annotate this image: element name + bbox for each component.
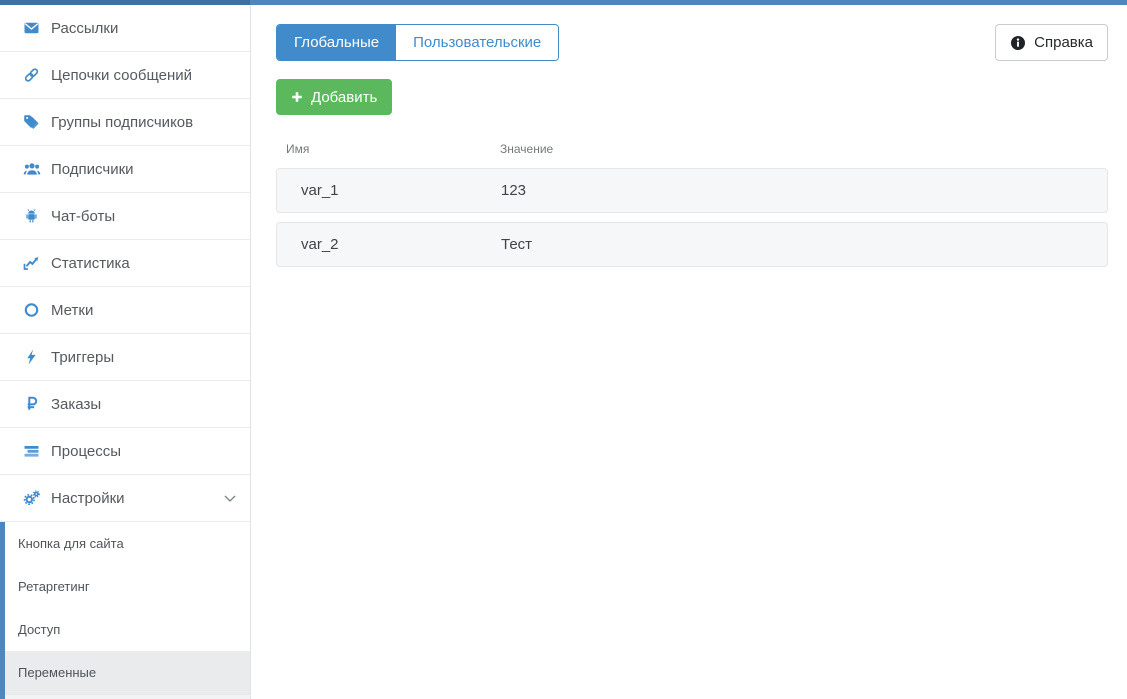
help-button-label: Справка (1034, 34, 1093, 51)
add-variable-button[interactable]: Добавить (276, 79, 393, 115)
sidebar-item-settings[interactable]: Настройки (0, 475, 250, 522)
gears-icon (22, 490, 41, 506)
add-button-label: Добавить (311, 88, 378, 106)
help-button[interactable]: Справка (995, 24, 1108, 61)
users-icon (22, 161, 41, 177)
table-row[interactable]: var_1 123 (276, 168, 1108, 213)
tab-global[interactable]: Глобальные (277, 25, 397, 60)
envelope-icon (22, 20, 41, 36)
sidebar-item-statistics[interactable]: Статистика (0, 240, 250, 287)
sidebar-item-label: Статистика (51, 254, 130, 272)
bolt-icon (22, 349, 41, 365)
variable-name-cell: var_2 (301, 236, 339, 253)
sidebar-item-chatbots[interactable]: Чат-боты (0, 193, 250, 240)
settings-submenu: Кнопка для сайта Ретаргетинг Доступ Пере… (0, 522, 250, 699)
tasks-icon (22, 443, 41, 459)
sidebar: Рассылки Цепочки сообщений Группы подпис… (0, 5, 251, 699)
chevron-down-icon (224, 495, 236, 502)
sidebar-item-label: Подписчики (51, 160, 134, 178)
variables-table: Имя Значение var_1 123 var_2 Тест (276, 142, 1108, 267)
circle-icon (22, 302, 41, 318)
submenu-item-variables[interactable]: Переменные (5, 651, 250, 694)
sidebar-item-label: Триггеры (51, 348, 115, 366)
sidebar-item-label: Процессы (51, 442, 122, 460)
sidebar-item-label: Метки (51, 301, 94, 319)
variable-value-cell: Тест (501, 236, 533, 253)
link-icon (22, 67, 41, 83)
sidebar-item-processes[interactable]: Процессы (0, 428, 250, 475)
sidebar-item-label: Группы подписчиков (51, 113, 194, 131)
column-header-name: Имя (286, 142, 310, 156)
plus-icon (291, 91, 303, 103)
submenu-item-access[interactable]: Доступ (5, 608, 250, 651)
variable-name-cell: var_1 (301, 182, 339, 199)
sidebar-item-triggers[interactable]: Триггеры (0, 334, 250, 381)
sidebar-item-subscriber-groups[interactable]: Группы подписчиков (0, 99, 250, 146)
main-header: Глобальные Пользовательские Справка (276, 24, 1108, 61)
robot-icon (22, 208, 41, 224)
sidebar-bottom-filler (5, 694, 250, 699)
sidebar-item-message-chains[interactable]: Цепочки сообщений (0, 52, 250, 99)
main-content: Глобальные Пользовательские Справка Доба… (251, 5, 1127, 699)
submenu-item-site-button[interactable]: Кнопка для сайта (5, 522, 250, 565)
info-icon (1010, 35, 1026, 51)
sidebar-item-labels[interactable]: Метки (0, 287, 250, 334)
sidebar-item-mailings[interactable]: Рассылки (0, 5, 250, 52)
variables-scope-tabs: Глобальные Пользовательские (276, 24, 560, 61)
ruble-icon (22, 396, 41, 412)
submenu-item-retargeting[interactable]: Ретаргетинг (5, 565, 250, 608)
tab-user[interactable]: Пользовательские (396, 25, 559, 60)
line-chart-icon (22, 255, 41, 271)
column-header-value: Значение (500, 142, 554, 156)
tags-icon (22, 114, 41, 130)
sidebar-nav: Рассылки Цепочки сообщений Группы подпис… (0, 5, 250, 522)
table-row[interactable]: var_2 Тест (276, 222, 1108, 267)
table-header-row: Имя Значение (276, 142, 1108, 168)
sidebar-item-orders[interactable]: Заказы (0, 381, 250, 428)
sidebar-item-label: Настройки (51, 489, 125, 507)
variable-value-cell: 123 (501, 182, 527, 199)
sidebar-item-label: Заказы (51, 395, 102, 413)
sidebar-item-subscribers[interactable]: Подписчики (0, 146, 250, 193)
sidebar-item-label: Чат-боты (51, 207, 116, 225)
sidebar-item-label: Цепочки сообщений (51, 66, 192, 84)
sidebar-item-label: Рассылки (51, 19, 119, 37)
